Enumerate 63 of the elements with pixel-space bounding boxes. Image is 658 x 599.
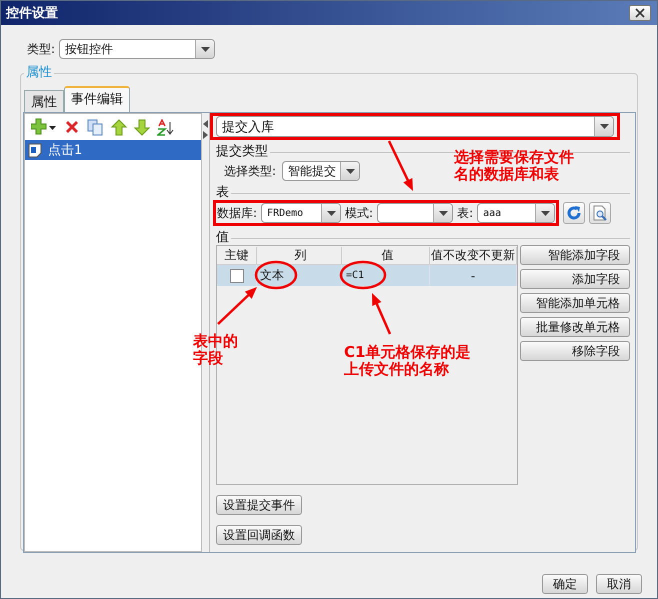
dialog-button[interactable]: 确定 [542, 574, 588, 594]
column-header: 列 [257, 246, 342, 264]
highlight-ellipse [340, 260, 386, 290]
table-cell: - [430, 265, 517, 286]
action-dropdown[interactable]: 提交入库 [216, 116, 614, 137]
database-dropdown[interactable]: FRDemo [261, 203, 342, 223]
table-dropdown[interactable]: aaa [477, 203, 556, 223]
move-down-icon[interactable] [134, 118, 150, 136]
field-action-button[interactable]: 添加字段 [520, 269, 630, 289]
dropdown-arrow-icon [200, 46, 210, 52]
table-cell: =C1 [342, 265, 430, 286]
annotation-arrow [372, 293, 392, 334]
column-header: 主键 [217, 246, 257, 264]
column-header: 值 [342, 246, 430, 264]
annotation-text: 选择需要保存文件 名的数据库和表 [454, 149, 574, 183]
window-title: 控件设置 [6, 5, 58, 22]
preview-button[interactable] [589, 202, 612, 224]
database-label: 数据库: [217, 204, 258, 222]
add-icon[interactable] [31, 118, 57, 136]
group-title: 属性 [24, 63, 54, 81]
close-icon [635, 8, 645, 18]
dropdown-arrow-icon [540, 210, 550, 216]
checkbox[interactable] [230, 268, 244, 282]
type-dropdown[interactable]: 按钮控件 [59, 39, 216, 59]
dropdown-arrow-icon [600, 124, 608, 129]
highlight-ellipse [254, 260, 298, 290]
section-title: 表 [216, 184, 229, 200]
schema-dropdown[interactable] [377, 203, 454, 223]
dropdown-arrow-icon [326, 210, 336, 216]
tab[interactable]: 属性 [24, 90, 64, 112]
section-title: 提交类型 [216, 142, 268, 160]
select-type-label: 选择类型: [224, 162, 276, 180]
close-button[interactable] [629, 5, 651, 21]
field-action-button[interactable]: 智能添加字段 [520, 245, 630, 265]
refresh-button[interactable] [563, 202, 586, 224]
dropdown-arrow-icon [346, 168, 355, 174]
submit-type-dropdown[interactable]: 智能提交 [282, 161, 360, 181]
type-label: 类型: [27, 40, 56, 58]
document-search-icon [592, 204, 608, 222]
event-list-item[interactable]: 点击1 [25, 140, 202, 160]
field-action-button[interactable]: 移除字段 [520, 341, 630, 361]
tab[interactable]: 事件编辑 [64, 86, 130, 112]
settings-button[interactable]: 设置回调函数 [216, 525, 302, 545]
field-action-button[interactable]: 批量修改单元格 [520, 317, 630, 337]
copy-icon[interactable] [87, 118, 104, 136]
table-cell: 文本 [257, 265, 342, 286]
sort-icon[interactable] [157, 118, 175, 136]
field-action-button[interactable]: 智能添加单元格 [520, 293, 630, 313]
move-up-icon[interactable] [111, 118, 127, 136]
refresh-icon [566, 205, 582, 221]
annotation-text: 表中的 字段 [193, 333, 238, 367]
event-icon [28, 142, 42, 158]
table-row[interactable]: 文本 =C1 - [217, 265, 517, 286]
table-label: 表: [457, 204, 474, 222]
annotation-text: C1单元格保存的是 上传文件的名称 [344, 344, 470, 378]
dropdown-arrow-icon [438, 210, 448, 216]
dialog-button[interactable]: 取消 [596, 574, 642, 594]
annotation-arrow [217, 287, 257, 325]
section-title: 值 [216, 228, 229, 246]
schema-label: 模式: [345, 204, 374, 222]
column-header: 值不改变不更新 [430, 246, 517, 264]
settings-button[interactable]: 设置提交事件 [216, 495, 302, 515]
delete-icon[interactable] [64, 119, 80, 135]
